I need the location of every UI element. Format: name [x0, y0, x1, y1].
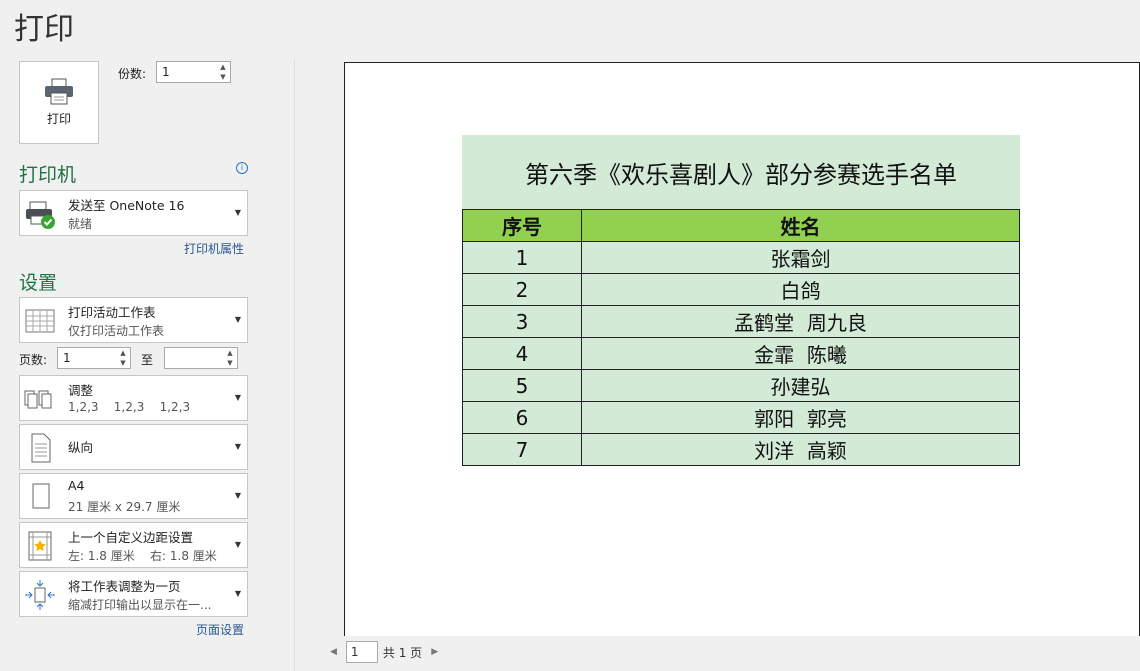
page-title: 打印	[14, 12, 74, 47]
table-row: 5 孙建弘	[462, 369, 1020, 402]
margins-subtitle: 左: 1.8 厘米 右: 1.8 厘米	[68, 549, 217, 563]
collate-select[interactable]: 调整 1,2,3 1,2,3 1,2,3 ▼	[19, 375, 248, 421]
down-arrow-icon[interactable]: ▼	[218, 73, 228, 82]
pages-from-stepper[interactable]: 1 ▲ ▼	[57, 347, 131, 369]
printer-select[interactable]: 发送至 OneNote 16 就绪 ▼	[19, 190, 248, 236]
table-cell: 4	[462, 337, 582, 370]
column-header: 姓名	[581, 209, 1020, 242]
portrait-page-icon	[31, 433, 51, 463]
up-arrow-icon[interactable]: ▲	[218, 63, 228, 72]
table-cell: 刘洋 高颖	[581, 433, 1020, 466]
paper-size-subtitle: 21 厘米 x 29.7 厘米	[68, 500, 181, 514]
copies-stepper[interactable]: 1 ▲ ▼	[156, 61, 231, 83]
table-row: 7 刘洋 高颖	[462, 433, 1020, 466]
print-button[interactable]: 打印	[19, 61, 99, 144]
up-arrow-icon[interactable]: ▲	[118, 349, 128, 358]
page-setup-link[interactable]: 页面设置	[196, 621, 244, 638]
paper-size-icon	[32, 483, 50, 509]
pages-from-value: 1	[63, 351, 71, 365]
table-cell: 1	[462, 241, 582, 274]
table-cell: 郭阳 郭亮	[581, 401, 1020, 434]
fit-to-page-icon	[25, 580, 55, 610]
table-cell: 2	[462, 273, 582, 306]
page-navigator: ◀ 1 共 1 页 ▶	[330, 641, 438, 663]
chevron-down-icon: ▼	[234, 540, 241, 549]
table-cell: 张霜剑	[581, 241, 1020, 274]
printer-ready-icon	[26, 201, 55, 229]
table-row: 4 金霏 陈曦	[462, 337, 1020, 370]
roster-table: 序号 姓名 1 张霜剑 2 白鸽 3 孟鹤堂 周九良 4 金霏 陈曦 5 孙建弘 6 郭阳 …	[462, 209, 1020, 466]
collate-pages-icon	[24, 390, 52, 409]
pages-label: 页数:	[19, 353, 48, 367]
print-scope-select[interactable]: 打印活动工作表 仅打印活动工作表 ▼	[19, 297, 248, 343]
table-row: 1 张霜剑	[462, 241, 1020, 274]
margins-icon	[28, 531, 52, 561]
panel-divider	[294, 60, 295, 671]
down-arrow-icon[interactable]: ▼	[118, 359, 128, 368]
info-icon[interactable]: i	[236, 162, 248, 174]
collate-subtitle: 1,2,3 1,2,3 1,2,3	[68, 400, 191, 414]
collate-title: 调整	[68, 383, 94, 398]
chevron-down-icon: ▼	[234, 393, 241, 402]
table-cell: 孟鹤堂 周九良	[581, 305, 1020, 338]
scaling-title: 将工作表调整为一页	[68, 579, 181, 594]
scaling-select[interactable]: 将工作表调整为一页 缩减打印输出以显示在一... ▼	[19, 571, 248, 617]
printer-heading: 打印机	[19, 164, 77, 186]
printer-icon	[45, 78, 73, 105]
print-scope-subtitle: 仅打印活动工作表	[68, 324, 165, 338]
chevron-down-icon: ▼	[234, 589, 241, 598]
printer-properties-link[interactable]: 打印机属性	[184, 240, 244, 257]
next-page-icon[interactable]: ▶	[431, 647, 438, 657]
table-row: 2 白鸽	[462, 273, 1020, 306]
table-cell: 金霏 陈曦	[581, 337, 1020, 370]
printer-name: 发送至 OneNote 16	[68, 198, 185, 213]
margins-title: 上一个自定义边距设置	[68, 530, 194, 545]
orientation-title: 纵向	[68, 440, 94, 455]
print-preview: 第六季《欢乐喜剧人》部分参赛选手名单 序号 姓名 1 张霜剑 2 白鸽 3 孟鹤堂 周…	[344, 62, 1140, 636]
down-arrow-icon[interactable]: ▼	[225, 359, 235, 368]
sheet-title: 第六季《欢乐喜剧人》部分参赛选手名单	[462, 135, 1020, 209]
printer-status: 就绪	[68, 217, 93, 231]
scaling-subtitle: 缩减打印输出以显示在一...	[68, 598, 212, 612]
table-cell: 7	[462, 433, 582, 466]
column-header: 序号	[462, 209, 582, 242]
table-cell: 5	[462, 369, 582, 402]
chevron-down-icon: ▼	[234, 208, 241, 217]
table-row: 6 郭阳 郭亮	[462, 401, 1020, 434]
preview-sheet: 第六季《欢乐喜剧人》部分参赛选手名单 序号 姓名 1 张霜剑 2 白鸽 3 孟鹤堂 周…	[462, 135, 1020, 466]
pages-to-label: 至	[141, 353, 154, 367]
table-cell: 3	[462, 305, 582, 338]
paper-size-select[interactable]: A4 21 厘米 x 29.7 厘米 ▼	[19, 473, 248, 519]
copies-value: 1	[162, 65, 170, 79]
table-row: 3 孟鹤堂 周九良	[462, 305, 1020, 338]
pages-to-stepper[interactable]: ▲ ▼	[164, 347, 238, 369]
print-button-label: 打印	[46, 112, 71, 126]
settings-heading: 设置	[19, 272, 58, 294]
table-cell: 6	[462, 401, 582, 434]
margins-select[interactable]: 上一个自定义边距设置 左: 1.8 厘米 右: 1.8 厘米 ▼	[19, 522, 248, 568]
chevron-down-icon: ▼	[234, 442, 241, 451]
worksheet-grid-icon	[25, 309, 55, 333]
table-cell: 白鸽	[581, 273, 1020, 306]
total-pages-label: 共 1 页	[382, 645, 423, 660]
table-header-row: 序号 姓名	[462, 209, 1020, 242]
up-arrow-icon[interactable]: ▲	[225, 349, 235, 358]
current-page-input[interactable]: 1	[345, 641, 378, 663]
copies-label: 份数:	[118, 67, 147, 81]
print-scope-title: 打印活动工作表	[68, 305, 156, 320]
chevron-down-icon: ▼	[234, 491, 241, 500]
orientation-select[interactable]: 纵向 ▼	[19, 424, 248, 470]
chevron-down-icon: ▼	[234, 315, 241, 324]
table-cell: 孙建弘	[581, 369, 1020, 402]
paper-size-title: A4	[68, 478, 85, 493]
previous-page-icon[interactable]: ◀	[330, 647, 337, 657]
